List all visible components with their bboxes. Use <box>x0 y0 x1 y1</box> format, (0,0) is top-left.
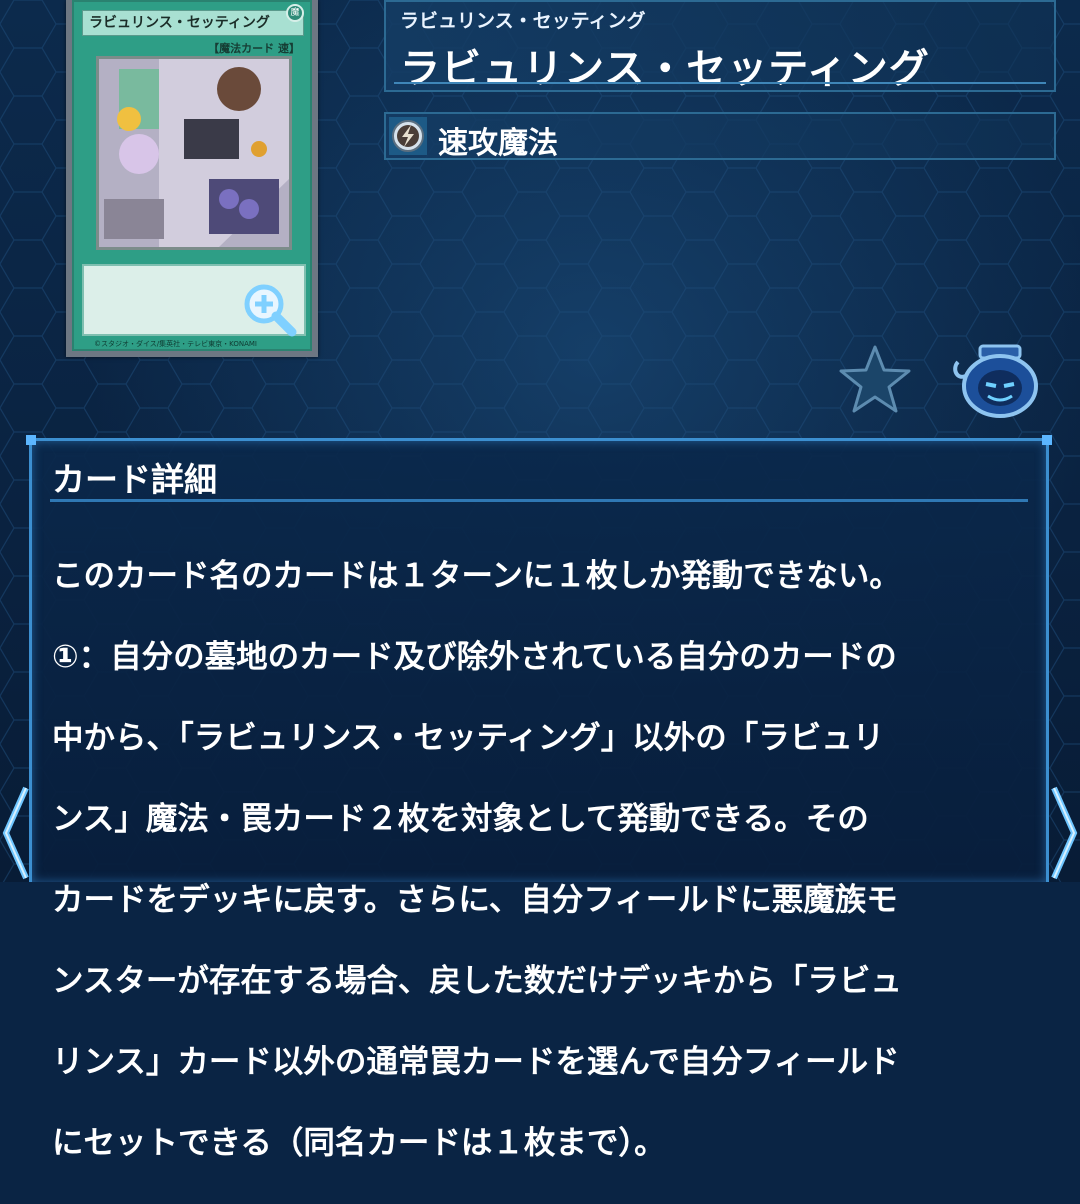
quick-play-spell-icon <box>389 117 427 155</box>
effect-line: カードをデッキに戻す。さらに、自分フィールドに悪魔族モ <box>52 881 898 918</box>
next-arrow-icon[interactable] <box>1050 784 1080 882</box>
card-copyright: ©スタジオ・ダイス/集英社・テレビ東京・KONAMI <box>94 340 257 348</box>
card-name-title: ラビュリンス・セッティング <box>400 46 930 92</box>
panel-corner <box>1042 435 1052 445</box>
card-detail-heading: カード詳細 <box>52 460 217 499</box>
card-effect-text: このカード名のカードは１ターンに１枚しか発動できない。 ①：自分の墓地のカード及… <box>52 515 1032 1204</box>
zoom-icon[interactable] <box>240 280 298 338</box>
star-icon[interactable] <box>837 343 913 415</box>
detail-divider <box>50 499 1028 502</box>
card-name-panel: ラビュリンス・セッティング ラビュリンス・セッティング <box>384 0 1056 92</box>
card-detail-panel: カード詳細 このカード名のカードは１ターンに１枚しか発動できない。 ①：自分の墓… <box>26 435 1052 1161</box>
name-underline <box>394 82 1046 84</box>
card-thumbnail-type: 【魔法カード 速】 <box>208 42 300 55</box>
effect-line: ①：自分の墓地のカード及び除外されている自分のカードの <box>52 638 897 675</box>
pot-of-greed-icon[interactable] <box>950 340 1044 420</box>
effect-line: リンス」カード以外の通常罠カードを選んで自分フィールド <box>52 1043 900 1080</box>
panel-corner <box>26 435 36 445</box>
effect-line: このカード名のカードは１ターンに１枚しか発動できない。 <box>52 557 901 594</box>
card-attribute-mark: 魔 <box>286 4 304 22</box>
card-type-label: 速攻魔法 <box>438 126 558 161</box>
card-name-ruby: ラビュリンス・セッティング <box>400 10 646 32</box>
card-artwork <box>96 56 292 250</box>
effect-line: にセットできる（同名カードは１枚まで）。 <box>52 1124 666 1161</box>
card-thumbnail[interactable]: ラビュリンス・セッティング 魔 【魔法カード 速】 ©スタジオ・ダイス/集英社・… <box>66 0 318 357</box>
card-artwork-illustration <box>99 59 289 247</box>
previous-arrow-icon[interactable] <box>0 784 30 882</box>
card-frame: ラビュリンス・セッティング 魔 【魔法カード 速】 ©スタジオ・ダイス/集英社・… <box>72 0 312 351</box>
card-thumbnail-name: ラビュリンス・セッティング <box>82 10 304 36</box>
effect-line: 中から、「ラビュリンス・セッティング」以外の「ラビュリ <box>52 719 885 756</box>
card-type-panel: 速攻魔法 <box>384 112 1056 161</box>
effect-line: ンス」魔法・罠カード２枚を対象として発動できる。その <box>52 800 869 837</box>
effect-line: ンスターが存在する場合、戻した数だけデッキから「ラビュ <box>52 962 902 999</box>
